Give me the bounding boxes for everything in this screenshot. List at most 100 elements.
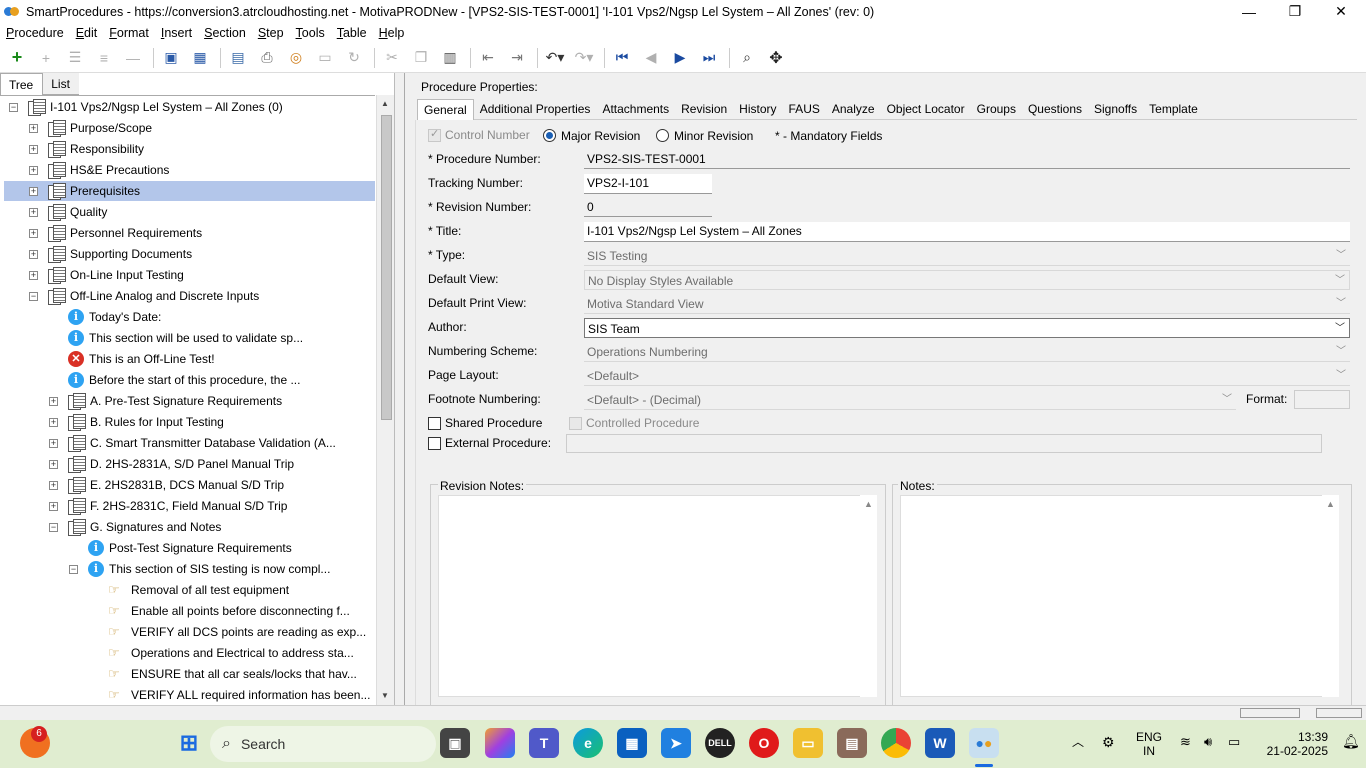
tree-node[interactable]: + Quality [0, 202, 375, 222]
app-arrow-icon[interactable]: ➤ [661, 728, 691, 758]
collapse-icon[interactable]: − [49, 522, 58, 532]
tree-node[interactable]: ☞ Operations and Electrical to address st… [0, 643, 375, 663]
find-icon[interactable]: ⌕ [734, 46, 760, 70]
indent-list-icon[interactable]: ≡ [91, 46, 117, 70]
chrome-icon[interactable] [881, 728, 911, 758]
tree-node[interactable]: + Personnel Requirements [0, 223, 375, 243]
print-icon[interactable]: ⎙ [254, 46, 280, 70]
previous-icon[interactable]: ◀ [638, 46, 664, 70]
tree-node[interactable]: + F. 2HS-2831C, Field Manual S/D Trip [0, 496, 375, 516]
tree-scrollbar[interactable]: ▲ ▼ [376, 95, 394, 705]
revision-notes-scrollbar[interactable]: ▲ [860, 495, 877, 697]
minor-revision-radio[interactable] [656, 129, 669, 142]
tree-node[interactable]: + C. Smart Transmitter Database Validatio… [0, 433, 375, 453]
numbering-scheme-select[interactable]: Operations Numbering ﹀ [584, 342, 1350, 362]
default-view-select[interactable]: No Display Styles Available ﹀ [584, 270, 1350, 290]
menu-insert[interactable]: Insert [155, 26, 198, 40]
file-explorer-icon[interactable]: ▭ [793, 728, 823, 758]
tree-node[interactable]: + Purpose/Scope [0, 118, 375, 138]
indent-icon[interactable]: ⇥ [504, 46, 530, 70]
tree-node[interactable]: ☞ VERIFY ALL required information has bee… [0, 685, 375, 705]
smartprocedures-taskbar-icon[interactable]: ● ● [969, 728, 999, 758]
wifi-icon[interactable]: ≋ [1180, 735, 1191, 749]
collapse-icon[interactable]: − [69, 564, 78, 574]
tracking-number-field[interactable]: VPS2-I-101 [584, 174, 712, 194]
tree-node[interactable]: + E. 2HS2831B, DCS Manual S/D Trip [0, 475, 375, 495]
tree-node[interactable]: + A. Pre-Test Signature Requirements [0, 391, 375, 411]
save-icon[interactable]: ▦ [187, 46, 213, 70]
copy-icon[interactable]: ❐ [408, 46, 434, 70]
next-icon[interactable]: ▶ [667, 46, 693, 70]
expand-icon[interactable]: + [49, 480, 58, 490]
page-layout-select[interactable]: <Default> ﹀ [584, 366, 1350, 386]
tree-node[interactable]: i Before the start of this procedure, the… [0, 370, 375, 390]
menu-help[interactable]: Help [373, 26, 411, 40]
expand-icon[interactable]: + [49, 438, 58, 448]
save-copy-icon[interactable]: ▣ [158, 46, 184, 70]
image-icon[interactable]: ▭ [312, 46, 338, 70]
notes-textarea[interactable] [900, 495, 1324, 697]
scroll-up-icon[interactable]: ▲ [381, 99, 389, 108]
store-icon[interactable]: ▦ [617, 728, 647, 758]
app-icon-people[interactable]: ▤ [837, 728, 867, 758]
tab-analyze[interactable]: Analyze [826, 99, 881, 120]
procedure-number-field[interactable]: VPS2-SIS-TEST-0001 [584, 150, 1350, 169]
tree-node[interactable]: + Prerequisites [4, 181, 375, 201]
redo-icon[interactable]: ↷▾ [571, 46, 597, 70]
revision-notes-textarea[interactable] [438, 495, 862, 697]
tree-node[interactable]: i This section will be used to validate s… [0, 328, 375, 348]
expand-icon[interactable]: + [49, 396, 58, 406]
network-status-icon[interactable]: ⚙ [1102, 735, 1115, 749]
menu-edit[interactable]: Edit [70, 26, 104, 40]
tab-object-locator[interactable]: Object Locator [881, 99, 971, 120]
control-number-checkbox[interactable] [428, 127, 441, 142]
external-procedure-field[interactable] [566, 434, 1322, 453]
taskbar-search[interactable]: ⌕ Search [210, 726, 436, 762]
edge-icon[interactable]: e [573, 728, 603, 758]
tab-groups[interactable]: Groups [971, 99, 1022, 120]
scrollbar-thumb[interactable] [381, 115, 392, 420]
tab-revision[interactable]: Revision [675, 99, 733, 120]
link-icon[interactable]: ◎ [283, 46, 309, 70]
copilot-icon[interactable] [485, 728, 515, 758]
tab-template[interactable]: Template [1143, 99, 1204, 120]
title-field[interactable]: I-101 Vps2/Ngsp Lel System – All Zones [584, 222, 1350, 242]
author-select[interactable]: SIS Team ﹀ [584, 318, 1350, 338]
tree-node[interactable]: ☞ ENSURE that all car seals/locks that ha… [0, 664, 375, 684]
collapse-icon[interactable]: − [9, 102, 18, 112]
tree-node[interactable]: ☞ Enable all points before disconnecting … [0, 601, 375, 621]
outdent-icon[interactable]: ⇤ [475, 46, 501, 70]
major-revision-radio[interactable] [543, 129, 556, 142]
tree-node[interactable]: + D. 2HS-2831A, S/D Panel Manual Trip [0, 454, 375, 474]
clock[interactable]: 13:39 21-02-2025 [1260, 730, 1328, 758]
add-child-icon[interactable]: + [33, 46, 59, 70]
last-icon[interactable]: ⏭ [696, 46, 722, 70]
dell-icon[interactable]: DELL [705, 728, 735, 758]
word-icon[interactable]: W [925, 728, 955, 758]
tree-node[interactable]: + HS&E Precautions [0, 160, 375, 180]
collapse-icon[interactable]: − [29, 291, 38, 301]
tree-node[interactable]: ☞ Removal of all test equipment [0, 580, 375, 600]
expand-icon[interactable]: + [29, 186, 38, 196]
tab-signoffs[interactable]: Signoffs [1088, 99, 1143, 120]
expand-icon[interactable]: + [29, 144, 38, 154]
expand-icon[interactable]: + [29, 270, 38, 280]
tree-node[interactable]: ☞ VERIFY all DCS points are reading as ex… [0, 622, 375, 642]
footnote-numbering-select[interactable]: <Default> - (Decimal) ﹀ [584, 390, 1236, 410]
tree-node[interactable]: ✕ This is an Off-Line Test! [0, 349, 375, 369]
tree-node[interactable]: i Today's Date: [0, 307, 375, 327]
first-icon[interactable]: ⏮ [609, 46, 635, 70]
battery-icon[interactable]: ▭ [1228, 735, 1240, 749]
controlled-procedure-checkbox[interactable] [569, 417, 582, 430]
default-print-view-select[interactable]: Motiva Standard View ﹀ [584, 294, 1350, 314]
opera-icon[interactable]: O [749, 728, 779, 758]
notes-scrollbar[interactable]: ▲ [1322, 495, 1339, 697]
menu-section[interactable]: Section [198, 26, 252, 40]
minimize-button[interactable]: — [1226, 0, 1272, 23]
expand-icon[interactable]: + [49, 417, 58, 427]
menu-procedure[interactable]: Procedure [0, 26, 70, 40]
list-icon[interactable]: ☰ [62, 46, 88, 70]
tree-node[interactable]: − G. Signatures and Notes [0, 517, 375, 537]
teams-icon[interactable]: T [529, 728, 559, 758]
expand-icon[interactable]: + [29, 228, 38, 238]
